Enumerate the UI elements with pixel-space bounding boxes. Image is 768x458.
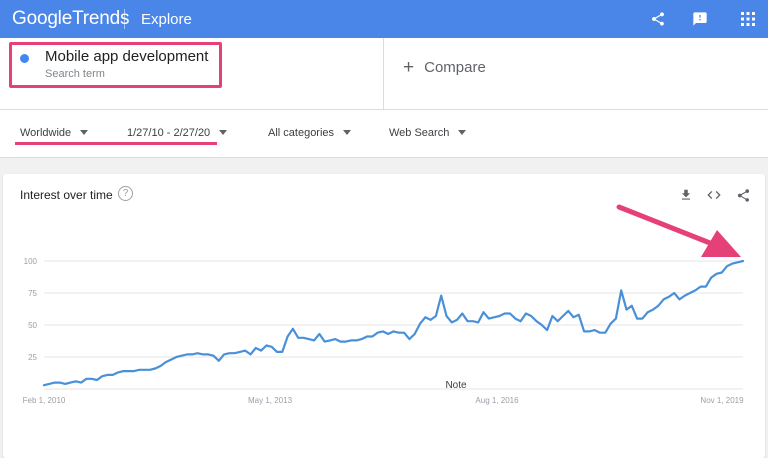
caret-down-icon [343, 130, 352, 135]
search-term-card[interactable]: Mobile app development Search term [0, 38, 384, 110]
date-range-value: 1/27/10 - 2/27/20 [127, 127, 211, 139]
interest-chart: 100 75 50 25 Feb 1, 2010 May 1, 2013 Aug 1, 2… [23, 204, 745, 405]
y-axis-labels: 100 75 50 25 [24, 257, 38, 362]
annotation-arrow [616, 204, 741, 257]
annotation-highlight-box [9, 42, 222, 88]
top-bar: GoogleTrends Explore [0, 0, 768, 38]
nav-explore[interactable]: Explore [141, 11, 192, 28]
y-tick-label: 50 [28, 321, 37, 330]
x-tick-label: Nov 1, 2019 [700, 396, 744, 405]
y-tick-label: 25 [28, 353, 37, 362]
x-tick-label: Aug 1, 2016 [475, 396, 519, 405]
interest-over-time-card: Interest over time ? 100 75 50 25 Feb 1, 20… [3, 174, 765, 458]
category-value: All categories [268, 127, 335, 139]
feedback-icon[interactable] [690, 9, 710, 29]
caret-down-icon [80, 130, 89, 135]
category-dropdown[interactable]: All categories [268, 127, 352, 139]
series-line-mobile-app-development[interactable] [42, 259, 745, 387]
caret-down-icon [219, 130, 228, 135]
annotation-underline [15, 142, 217, 145]
header-divider [124, 9, 125, 29]
compare-button[interactable]: + Compare [403, 57, 486, 79]
x-tick-label: May 1, 2013 [248, 396, 293, 405]
y-tick-label: 100 [24, 257, 38, 266]
x-tick-label: Feb 1, 2010 [23, 396, 66, 405]
date-range-dropdown[interactable]: 1/27/10 - 2/27/20 [127, 127, 228, 139]
note-marker-label[interactable]: Note [445, 380, 467, 391]
x-axis-labels: Feb 1, 2010 May 1, 2013 Aug 1, 2016 Nov 1, … [23, 396, 744, 405]
region-dropdown[interactable]: Worldwide [20, 127, 89, 139]
search-term-row: Mobile app development Search term + Comp… [0, 38, 768, 110]
search-type-value: Web Search [389, 127, 450, 139]
google-trends-logo[interactable]: GoogleTrends [12, 8, 130, 30]
apps-grid-icon[interactable] [738, 9, 758, 29]
plus-icon: + [403, 57, 415, 78]
region-value: Worldwide [20, 127, 72, 139]
search-type-dropdown[interactable]: Web Search [389, 127, 467, 139]
compare-label: Compare [424, 59, 486, 76]
filter-row: Worldwide 1/27/10 - 2/27/20 All categori… [0, 110, 768, 158]
logo-trends-text: Trends [72, 8, 130, 29]
caret-down-icon [458, 130, 467, 135]
y-tick-label: 75 [28, 289, 37, 298]
share-icon[interactable] [648, 9, 668, 29]
logo-google-text: Google [12, 8, 73, 29]
